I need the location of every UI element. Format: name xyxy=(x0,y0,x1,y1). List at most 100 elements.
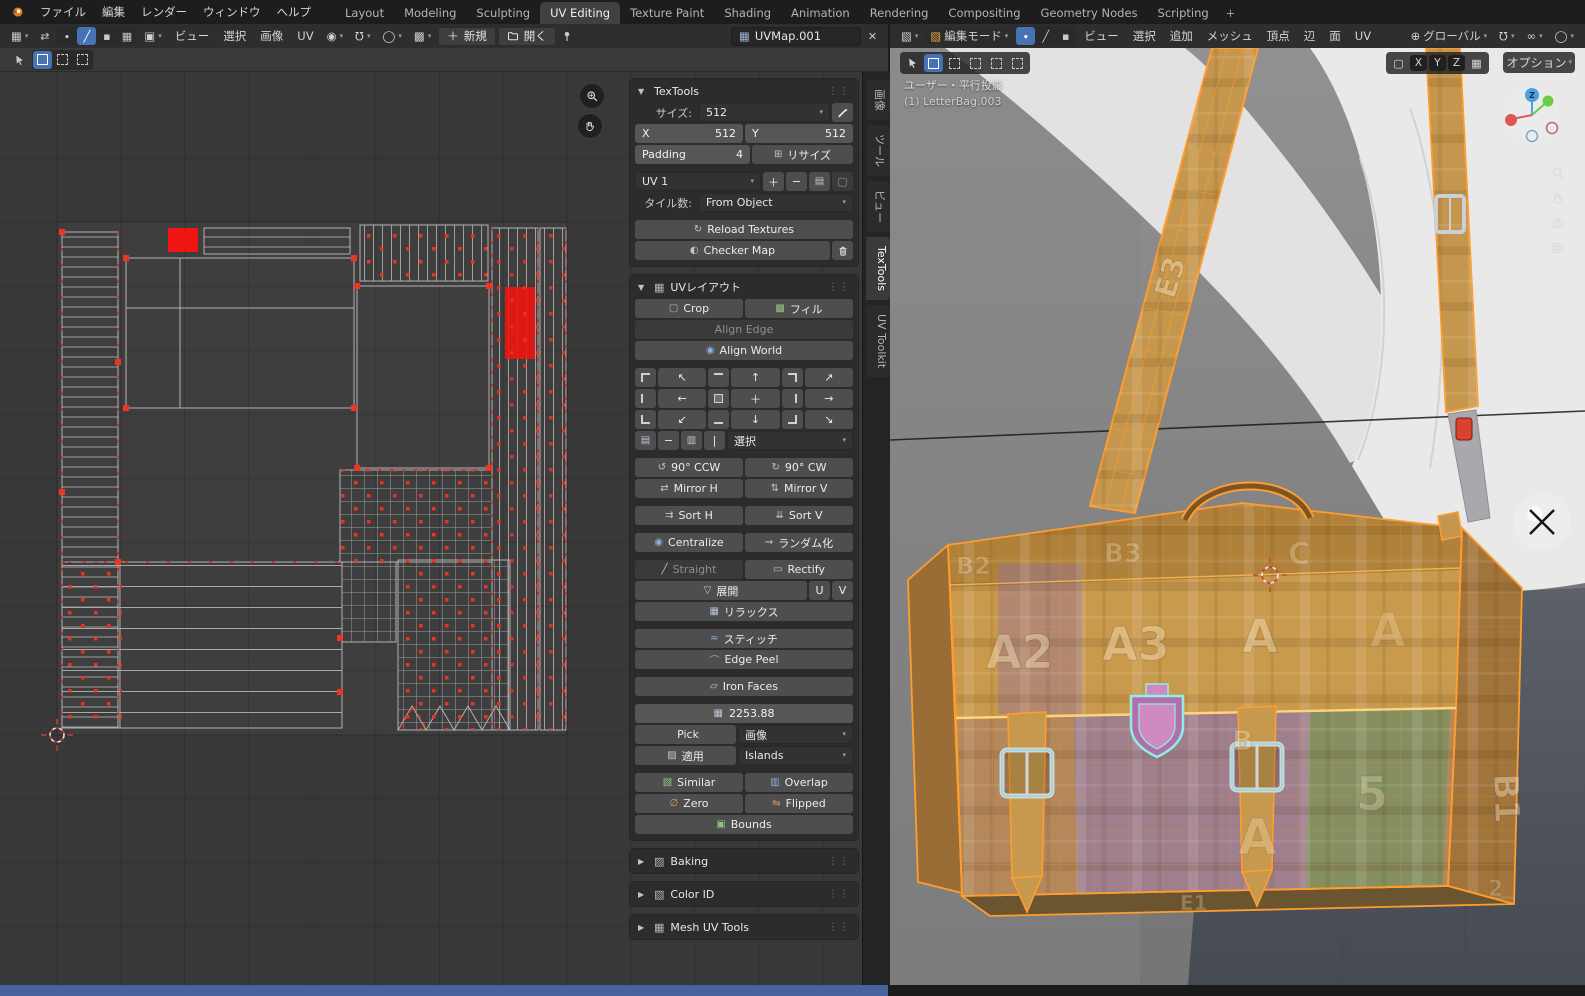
sticky-selection-dropdown[interactable]: ▣▾ xyxy=(139,27,166,46)
view3d-menu-face[interactable]: 面 xyxy=(1323,26,1347,46)
textools-panel-header[interactable]: ▼ TexTools ⋮⋮ xyxy=(633,81,855,101)
tiles-dropdown[interactable]: From Object▾ xyxy=(699,193,853,212)
proportional-3d-dropdown[interactable]: ◯▾ xyxy=(1550,27,1579,46)
active-tool-tweak-icon[interactable] xyxy=(903,54,922,72)
reload-textures-button[interactable]: ↻Reload Textures xyxy=(635,220,853,239)
blender-logo-icon[interactable] xyxy=(6,3,28,21)
unwrap-v-button[interactable]: V xyxy=(832,581,853,600)
align-shape-top-button[interactable] xyxy=(708,368,729,387)
sort-h-button[interactable]: ⇉Sort H xyxy=(635,506,743,525)
add-workspace-button[interactable]: + xyxy=(1219,2,1243,24)
mirror-z-toggle[interactable]: Z xyxy=(1448,55,1465,71)
uv-slot-extra-button[interactable]: ▤ xyxy=(809,172,830,191)
mirror-y-toggle[interactable]: Y xyxy=(1429,55,1446,71)
uv-menu-uv[interactable]: UV xyxy=(291,26,319,46)
space-h-button[interactable]: − xyxy=(658,431,679,450)
select-flipped-button[interactable]: ⇋Flipped xyxy=(745,794,853,813)
workspace-tab-scripting[interactable]: Scripting xyxy=(1148,2,1219,24)
select-difference-button[interactable] xyxy=(987,54,1006,72)
options-dropdown[interactable]: オプション ▾ xyxy=(1503,52,1575,73)
workspace-tab-uv-editing[interactable]: UV Editing xyxy=(540,2,620,24)
crop-button[interactable]: ▢Crop xyxy=(635,299,743,318)
align-arrow-bottom-button[interactable]: ↓ xyxy=(731,410,779,429)
size-y-field[interactable]: Y512 xyxy=(745,124,853,143)
align-arrow-bottomleft-button[interactable]: ↙ xyxy=(658,410,706,429)
menu-edit[interactable]: 編集 xyxy=(94,0,133,24)
uv-slot-clear-button[interactable]: ▢ xyxy=(832,172,853,191)
align-center-button[interactable]: ＋ xyxy=(731,389,779,408)
viewport-zoom-icon[interactable] xyxy=(1551,166,1565,180)
viewport-grid-icon[interactable] xyxy=(1551,241,1565,255)
uv-select-mode-vertex[interactable]: ∙ xyxy=(57,27,76,45)
texel-pick-button[interactable]: Pick xyxy=(635,725,736,744)
distribute-v-button[interactable]: ▥ xyxy=(681,431,702,450)
menu-window[interactable]: ウィンドウ xyxy=(195,0,269,24)
add-uv-slot-button[interactable]: ＋ xyxy=(763,172,784,191)
uv-select-mode-edge[interactable]: ╱ xyxy=(77,27,96,45)
select-extend-button[interactable] xyxy=(945,54,964,72)
select-subtract-button[interactable] xyxy=(966,54,985,72)
distribute-h-button[interactable]: ▤ xyxy=(635,431,656,450)
mirror-x-toggle[interactable]: X xyxy=(1410,55,1427,71)
pin-icon-button[interactable] xyxy=(558,27,577,45)
align-shape-topright-button[interactable] xyxy=(782,368,803,387)
space-v-button[interactable]: | xyxy=(704,431,725,450)
sidebar-tab-uv-toolkit[interactable]: UV Toolkit xyxy=(866,305,890,377)
align-arrow-left-button[interactable]: ← xyxy=(658,389,706,408)
sort-v-button[interactable]: ⇊Sort V xyxy=(745,506,853,525)
unlink-uvmap-button[interactable]: ✕ xyxy=(863,27,882,45)
unwrap-button[interactable]: ▽展開 xyxy=(635,581,807,600)
align-shape-center-button[interactable] xyxy=(708,389,729,408)
menu-file[interactable]: ファイル xyxy=(32,0,94,24)
workspace-tab-sculpting[interactable]: Sculpting xyxy=(466,2,540,24)
view3d-menu-view[interactable]: ビュー xyxy=(1078,26,1125,46)
uv-menu-view[interactable]: ビュー xyxy=(169,26,216,46)
align-shape-left-button[interactable] xyxy=(635,389,656,408)
align-target-dropdown[interactable]: 選択▾ xyxy=(727,431,853,450)
uv-menu-select[interactable]: 選択 xyxy=(217,26,252,46)
workspace-tab-geometry-nodes[interactable]: Geometry Nodes xyxy=(1031,2,1148,24)
align-shape-bottomleft-button[interactable] xyxy=(635,410,656,429)
select-zero-button[interactable]: ∅Zero xyxy=(635,794,743,813)
editor-type-3d-button[interactable]: ▧▾ xyxy=(896,27,923,46)
mirror-h-button[interactable]: ⇄Mirror H xyxy=(635,479,743,498)
sidebar-tab-tool[interactable]: ツール xyxy=(866,125,890,176)
proportional-edit-dropdown[interactable]: ◯▾ xyxy=(377,27,406,46)
size-x-field[interactable]: X512 xyxy=(635,124,743,143)
uv-layout-panel-header[interactable]: ▼ ▦ UVレイアウト ⋮⋮ xyxy=(633,277,855,297)
sidebar-tab-view[interactable]: ビュー xyxy=(866,181,890,232)
fill-button[interactable]: ▩フィル xyxy=(745,299,853,318)
workspace-tab-texture-paint[interactable]: Texture Paint xyxy=(620,2,714,24)
uv-select-mode-island[interactable]: ▦ xyxy=(117,27,136,45)
align-shape-topleft-button[interactable] xyxy=(635,368,656,387)
viewport-pan-icon[interactable] xyxy=(1551,191,1565,205)
align-arrow-topright-button[interactable]: ↗ xyxy=(805,368,853,387)
texel-density-field[interactable]: ▦2253.88 xyxy=(635,704,853,723)
mesh-select-mode-face[interactable]: ▪ xyxy=(1056,27,1075,45)
resize-button[interactable]: ⊞リサイズ xyxy=(752,145,853,164)
relax-button[interactable]: ▦リラックス xyxy=(635,602,853,621)
uv-menu-image[interactable]: 画像 xyxy=(254,26,289,46)
zoom-button[interactable] xyxy=(579,83,605,109)
uv-select-mode-face[interactable]: ▪ xyxy=(97,27,116,45)
menu-render[interactable]: レンダー xyxy=(133,0,195,24)
new-image-button[interactable]: ＋新規 xyxy=(438,27,496,46)
delete-checker-button[interactable] xyxy=(832,241,853,260)
remove-uv-slot-button[interactable]: − xyxy=(786,172,807,191)
sidebar-tab-image[interactable]: 画像 xyxy=(866,80,890,120)
rectify-button[interactable]: ▭Rectify xyxy=(745,560,853,579)
eyedropper-button[interactable] xyxy=(832,103,853,122)
link-dropdown[interactable]: ∞▾ xyxy=(1522,27,1548,46)
workspace-tab-modeling[interactable]: Modeling xyxy=(394,2,466,24)
align-arrow-top-button[interactable]: ↑ xyxy=(731,368,779,387)
mesh-select-mode-vertex[interactable]: ∙ xyxy=(1016,27,1035,45)
align-arrow-right-button[interactable]: → xyxy=(805,389,853,408)
select-similar-button[interactable]: ▧Similar xyxy=(635,773,743,792)
uv-sync-selection-toggle[interactable]: ⇄ xyxy=(35,27,54,45)
workspace-tab-rendering[interactable]: Rendering xyxy=(860,2,939,24)
mode-dropdown[interactable]: ▧編集モード▾ xyxy=(925,27,1013,46)
align-shape-bottomright-button[interactable] xyxy=(782,410,803,429)
open-image-button[interactable]: 開く xyxy=(498,27,556,46)
view3d-menu-mesh[interactable]: メッシュ xyxy=(1201,26,1259,46)
align-arrow-bottomright-button[interactable]: ↘ xyxy=(805,410,853,429)
